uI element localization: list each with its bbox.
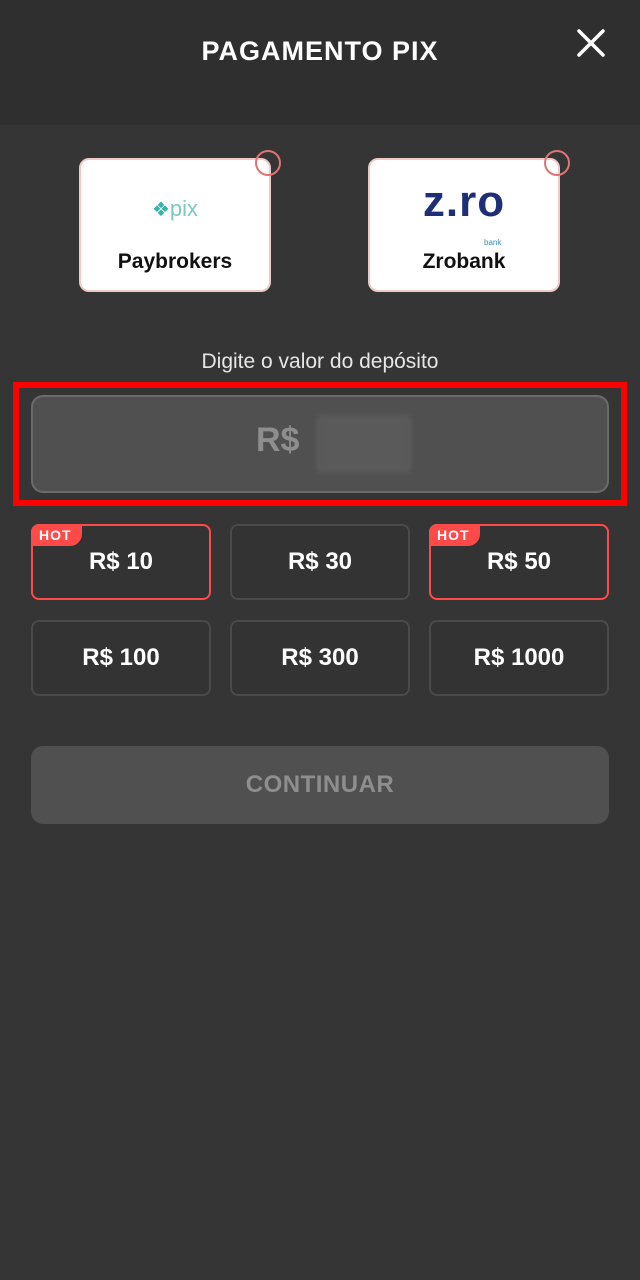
highlight-box [13,382,627,506]
close-icon[interactable] [572,24,610,62]
radio-unselected-icon[interactable] [255,150,281,176]
pix-logo: ❖pix [151,196,199,221]
deposit-label: Digite o valor do depósito [201,350,439,373]
amount-option-300[interactable]: R$ 300 [230,620,410,696]
hot-badge: HOT [31,524,82,546]
radio-unselected-icon[interactable] [544,150,570,176]
continue-button[interactable]: CONTINUAR [31,746,609,824]
amount-option-1000[interactable]: R$ 1000 [429,620,609,696]
hot-badge: HOT [429,524,480,546]
header-bar: PAGAMENTO PIX [0,0,640,125]
page-title: PAGAMENTO PIX [201,36,439,66]
zro-logo: z.ro bank [422,177,506,248]
pix-diamond-icon: ❖ [151,199,170,221]
amount-option-30[interactable]: R$ 30 [230,524,410,600]
amount-option-50[interactable]: R$ 50 HOT [429,524,609,600]
provider-label: Paybrokers [117,250,233,273]
provider-label: Zrobank [422,250,506,273]
provider-option-zrobank[interactable]: z.ro bank Zrobank [368,150,570,292]
amount-option-10[interactable]: R$ 10 HOT [31,524,211,600]
provider-option-paybrokers[interactable]: ❖pix Paybrokers [79,150,281,292]
amount-option-100[interactable]: R$ 100 [31,620,211,696]
